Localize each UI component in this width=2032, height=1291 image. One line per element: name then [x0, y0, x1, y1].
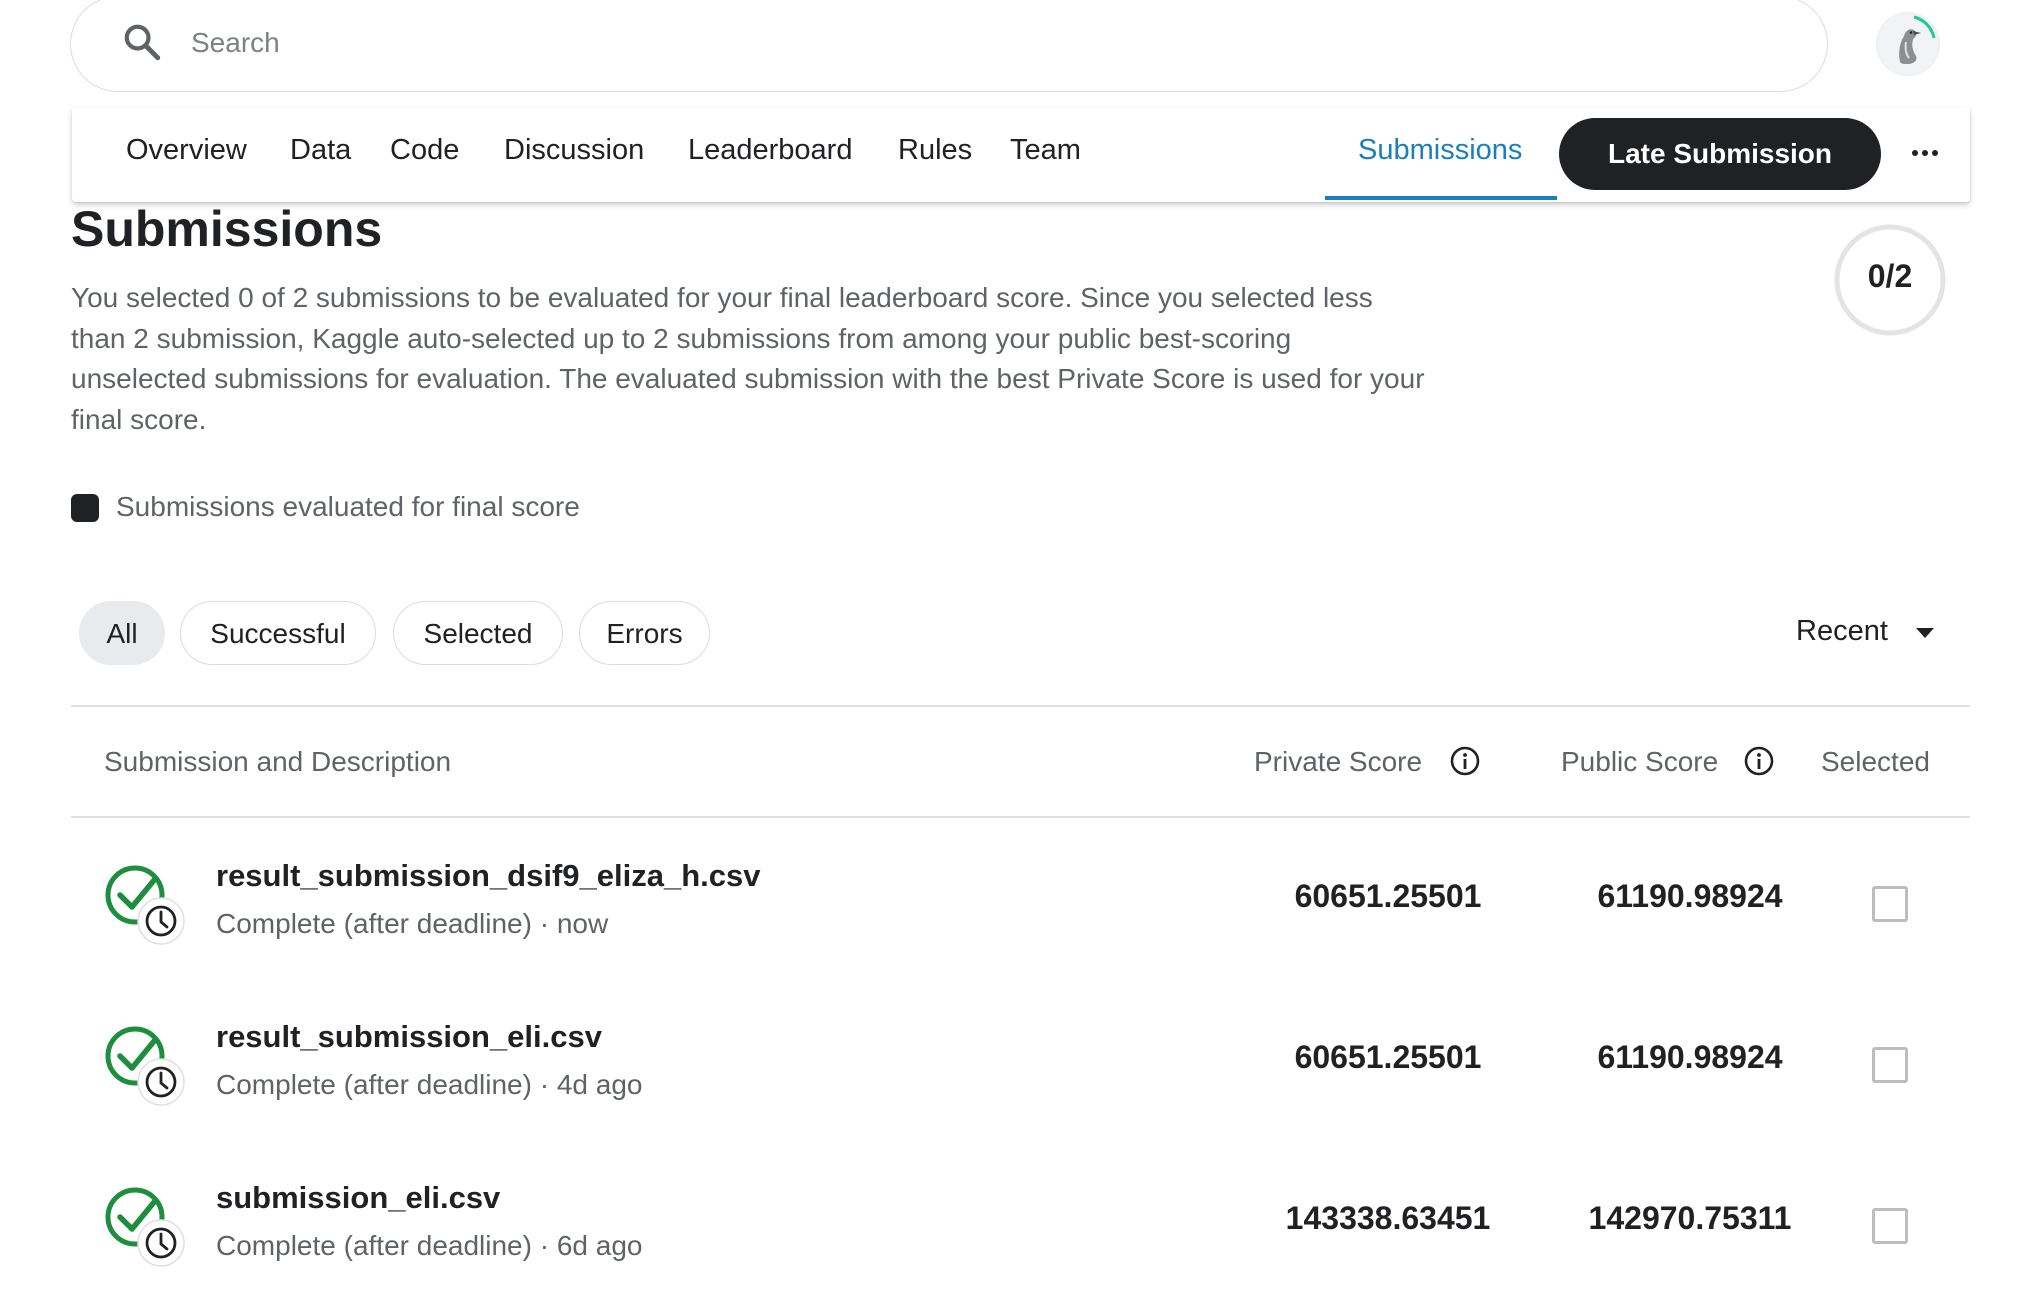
column-header-selected: Selected [1821, 746, 1930, 777]
legend-label: Submissions evaluated for final score [116, 491, 580, 522]
column-header-private-score: Private Score [1254, 746, 1423, 777]
search-bar[interactable] [70, 0, 1828, 92]
submission-file-name[interactable]: result_submission_dsif9_eliza_h.csv [216, 858, 760, 894]
caret-down-icon[interactable] [1914, 626, 1936, 640]
filter-chip-errors[interactable]: Errors [579, 601, 710, 665]
filter-chip-all[interactable]: All [79, 601, 165, 665]
select-checkbox[interactable] [1872, 1208, 1908, 1244]
tab-team[interactable]: Team [1010, 134, 1081, 167]
tab-code[interactable]: Code [390, 134, 459, 167]
table-row: result_submission_eli.csv Complete (afte… [71, 981, 1970, 1141]
private-score: 60651.25501 [1294, 1039, 1482, 1075]
info-icon[interactable] [1743, 745, 1775, 777]
tab-data[interactable]: Data [290, 134, 351, 167]
submission-status: Complete (after deadline) · 4d ago [216, 1069, 643, 1100]
submission-description: You selected 0 of 2 submissions to be ev… [71, 282, 1425, 435]
column-header-submission: Submission and Description [104, 746, 452, 777]
submission-file-name[interactable]: submission_eli.csv [216, 1180, 500, 1216]
table-row: submission_eli.csv Complete (after deadl… [71, 1142, 1970, 1291]
competition-nav: Overview Data Code Discussion Leaderboar… [72, 108, 1970, 202]
tab-discussion[interactable]: Discussion [504, 134, 644, 167]
private-score: 60651.25501 [1294, 878, 1482, 914]
check-clock-icon [105, 1026, 185, 1106]
tab-submissions[interactable]: Submissions [1358, 134, 1522, 167]
submission-status: Complete (after deadline) · now [216, 908, 609, 939]
divider [71, 705, 1970, 707]
avatar-goose-icon [1878, 14, 1938, 74]
public-score: 61190.98924 [1597, 1039, 1783, 1075]
submission-file-name[interactable]: result_submission_eli.csv [216, 1019, 602, 1055]
page-title: Submissions [71, 201, 383, 257]
tab-rules[interactable]: Rules [898, 134, 972, 167]
info-icon[interactable] [1449, 745, 1481, 777]
tab-leaderboard[interactable]: Leaderboard [688, 134, 852, 167]
legend-swatch [71, 494, 99, 522]
submission-status: Complete (after deadline) · 6d ago [216, 1230, 643, 1261]
tab-overview[interactable]: Overview [126, 134, 247, 167]
active-tab-indicator [1325, 196, 1557, 200]
late-submission-button[interactable]: Late Submission [1559, 118, 1881, 190]
sort-dropdown[interactable]: Recent [1796, 615, 1888, 648]
divider [71, 816, 1970, 818]
select-checkbox[interactable] [1872, 1047, 1908, 1083]
check-clock-icon [105, 1187, 185, 1267]
column-header-public-score: Public Score [1561, 746, 1719, 777]
selection-count: 0/2 [1867, 258, 1913, 294]
filter-chip-successful[interactable]: Successful [180, 601, 376, 665]
table-row: result_submission_dsif9_eliza_h.csv Comp… [71, 820, 1970, 980]
search-icon [124, 24, 161, 61]
more-horizontal-icon[interactable] [1910, 138, 1940, 168]
private-score: 143338.63451 [1285, 1200, 1491, 1236]
select-checkbox[interactable] [1872, 886, 1908, 922]
filter-chip-selected[interactable]: Selected [393, 601, 563, 665]
public-score: 142970.75311 [1588, 1200, 1792, 1236]
avatar[interactable] [1876, 12, 1940, 76]
public-score: 61190.98924 [1597, 878, 1783, 914]
check-clock-icon [105, 865, 185, 945]
search-input[interactable] [191, 19, 1691, 67]
